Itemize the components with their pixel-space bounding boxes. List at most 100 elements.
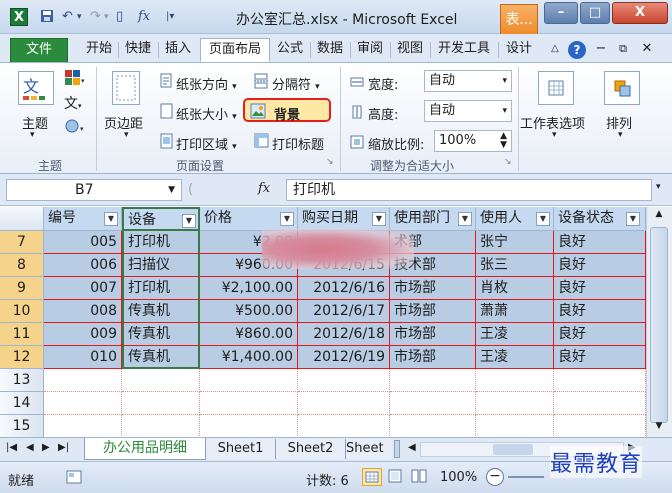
zoom-slider[interactable] (508, 476, 544, 478)
expand-formula-icon[interactable]: ▾ (656, 182, 661, 192)
empty-cell[interactable] (122, 415, 200, 438)
empty-cell[interactable] (390, 415, 476, 438)
cell-id[interactable]: 008 (44, 300, 122, 323)
cell-date[interactable]: 2012/6/18 (298, 323, 390, 346)
formula-input[interactable]: 打印机 (286, 179, 652, 201)
cell-dept[interactable]: 市场部 (390, 323, 476, 346)
sheet-tab-active[interactable]: 办公用品明细 (84, 438, 206, 460)
paper-size-icon[interactable] (160, 103, 174, 119)
orientation-icon[interactable] (160, 73, 174, 89)
cell-device[interactable]: 传真机 (122, 300, 200, 323)
print-titles-icon[interactable] (254, 133, 270, 149)
background-button[interactable]: 背景 (274, 104, 300, 123)
theme-effects-icon[interactable]: ▾ (64, 117, 86, 135)
row-header[interactable]: 9 (0, 277, 44, 300)
empty-cell[interactable] (298, 392, 390, 415)
name-box[interactable]: B7 ▼ (6, 179, 182, 201)
scroll-up-icon[interactable]: ▲ (651, 209, 667, 223)
cell-device[interactable]: 传真机 (122, 323, 200, 346)
margins-icon[interactable] (112, 71, 140, 105)
empty-cell[interactable] (200, 415, 298, 438)
cell-status[interactable]: 良好 (554, 254, 646, 277)
formula-divider-icon[interactable]: ( (188, 182, 193, 197)
cell-id[interactable]: 010 (44, 346, 122, 369)
cell-user[interactable]: 萧萧 (476, 300, 554, 323)
empty-cell[interactable] (554, 369, 646, 392)
column-header-dept[interactable]: 使用部门 ▼ (390, 207, 476, 231)
sheet-nav-last-icon[interactable]: ▶| (58, 442, 69, 453)
close-button[interactable]: X (612, 2, 668, 24)
empty-cell[interactable] (122, 369, 200, 392)
empty-cell[interactable] (554, 392, 646, 415)
arrange-icon[interactable] (604, 71, 640, 105)
cell-id[interactable]: 005 (44, 231, 122, 254)
row-header[interactable]: 8 (0, 254, 44, 277)
empty-cell[interactable] (390, 392, 476, 415)
empty-cell[interactable] (44, 415, 122, 438)
empty-cell[interactable] (200, 369, 298, 392)
tab-insert[interactable]: 插入 (160, 38, 196, 62)
cell-device[interactable]: 打印机 (122, 231, 200, 254)
arrange-dropdown-icon[interactable]: ▾ (618, 130, 623, 140)
tab-home[interactable]: 开始 (82, 38, 116, 62)
save-icon[interactable] (40, 9, 54, 28)
tab-file[interactable]: 文件 (10, 38, 68, 62)
redo-dropdown-icon[interactable]: ▾ (104, 9, 109, 25)
redo-icon[interactable]: ↷ (90, 9, 101, 25)
cell-user[interactable]: 张宁 (476, 231, 554, 254)
undo-dropdown-icon[interactable]: ▾ (77, 9, 82, 25)
column-header-price[interactable]: 价格 ▼ (200, 207, 298, 231)
cell-dept[interactable]: 市场部 (390, 346, 476, 369)
customize-qat-icon[interactable]: |▾ (166, 9, 174, 25)
cell-id[interactable]: 007 (44, 277, 122, 300)
row-header[interactable]: 7 (0, 231, 44, 254)
cell-status[interactable]: 良好 (554, 323, 646, 346)
column-header-id[interactable]: 编号 ▼ (44, 207, 122, 231)
sheet-options-dropdown-icon[interactable]: ▾ (552, 130, 557, 140)
maximize-button[interactable]: □ (580, 2, 610, 24)
cell-user[interactable]: 王凌 (476, 323, 554, 346)
tab-page-layout[interactable]: 页面布局 (200, 38, 270, 62)
name-box-dropdown-icon[interactable]: ▼ (168, 180, 175, 200)
cell-price[interactable]: ¥500.00 (200, 300, 298, 323)
empty-cell[interactable] (476, 392, 554, 415)
empty-cell[interactable] (122, 392, 200, 415)
themes-dropdown-icon[interactable]: ▾ (30, 130, 35, 140)
help-icon[interactable]: ? (568, 41, 586, 59)
cell-price[interactable]: ¥860.00 (200, 323, 298, 346)
macro-record-icon[interactable] (66, 470, 82, 484)
ribbon-minimize-icon[interactable]: − (594, 38, 608, 62)
breaks-button[interactable]: 分隔符 ▾ (272, 74, 320, 93)
page-setup-launcher-icon[interactable]: ↘ (326, 157, 334, 167)
sheet-nav-next-icon[interactable]: ▶ (42, 442, 50, 453)
row-header[interactable]: 15 (0, 415, 44, 438)
cell-date[interactable]: 2012/6/19 (298, 346, 390, 369)
empty-cell[interactable] (44, 369, 122, 392)
orientation-button[interactable]: 纸张方向 ▾ (176, 74, 237, 93)
sheet-options-icon[interactable] (538, 71, 574, 105)
theme-colors-icon[interactable]: ▾ (64, 69, 85, 87)
tab-view[interactable]: 视图 (392, 38, 428, 62)
background-image-icon[interactable] (250, 103, 266, 119)
cell-status[interactable]: 良好 (554, 277, 646, 300)
empty-cell[interactable] (44, 392, 122, 415)
cell-dept[interactable]: 市场部 (390, 277, 476, 300)
cell-device[interactable]: 扫描仪 (122, 254, 200, 277)
restore-window-icon[interactable]: ⧉ (616, 38, 630, 62)
cell-dept[interactable]: 市场部 (390, 300, 476, 323)
cell-date[interactable]: 2012/6/17 (298, 300, 390, 323)
collapse-ribbon-icon[interactable]: △ (548, 38, 562, 62)
tab-review[interactable]: 审阅 (352, 38, 388, 62)
scroll-thumb[interactable] (650, 227, 668, 423)
cell-device[interactable]: 传真机 (122, 346, 200, 369)
cell-id[interactable]: 006 (44, 254, 122, 277)
cell-price[interactable]: ¥1,400.00 (200, 346, 298, 369)
print-area-button[interactable]: 打印区域 ▾ (176, 134, 237, 153)
empty-cell[interactable] (476, 415, 554, 438)
empty-cell[interactable] (554, 415, 646, 438)
themes-icon[interactable]: 文 (18, 71, 54, 105)
tab-data[interactable]: 数据 (312, 38, 348, 62)
cell-user[interactable]: 肖枚 (476, 277, 554, 300)
tab-formulas[interactable]: 公式 (272, 38, 308, 62)
print-titles-button[interactable]: 打印标题 (272, 134, 324, 153)
